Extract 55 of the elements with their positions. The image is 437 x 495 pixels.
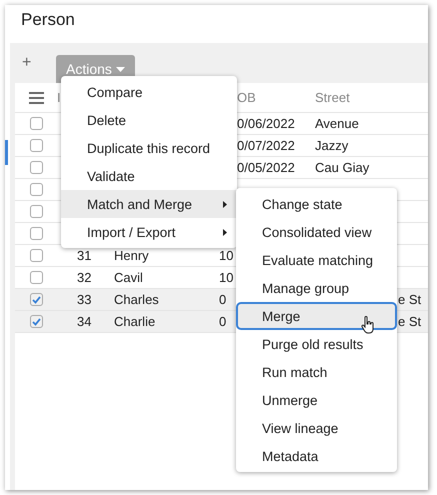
table-cell: Charlie [114, 314, 156, 329]
menu-item[interactable]: Run match [236, 358, 397, 386]
table-cell: Avenue [315, 116, 359, 131]
row-checkbox[interactable] [30, 139, 42, 152]
column-header: OB [237, 90, 256, 105]
menu-item[interactable]: Delete [61, 106, 237, 134]
menu-item[interactable]: Manage group [236, 274, 397, 302]
column-header: Street [315, 90, 350, 105]
row-checkbox[interactable] [30, 249, 42, 262]
submenu-arrow-icon [223, 200, 227, 208]
table-cell: 0/07/2022 [237, 138, 295, 153]
menu-item[interactable]: Evaluate matching [236, 246, 397, 274]
column-header: I [57, 90, 61, 105]
menu-icon[interactable] [28, 92, 44, 104]
caret-icon [116, 66, 125, 72]
table-cell: 10 [219, 248, 234, 263]
menu-item[interactable]: Purge old results [236, 330, 397, 358]
menu-item[interactable]: Duplicate this record [61, 134, 237, 162]
row-checkbox[interactable] [30, 271, 42, 284]
row-checkbox[interactable] [30, 183, 42, 196]
table-cell: 0/06/2022 [237, 116, 295, 131]
selection-marker [5, 140, 8, 165]
table-cell: e St [398, 314, 422, 329]
table-cell: 0 [219, 314, 226, 329]
row-checkbox[interactable] [30, 315, 42, 328]
row-checkbox[interactable] [30, 293, 42, 306]
row-checkbox[interactable] [30, 205, 42, 218]
menu-item[interactable]: View lineage [236, 414, 397, 442]
menu-item[interactable]: Match and Merge [61, 190, 237, 218]
row-checkbox[interactable] [30, 227, 42, 240]
menu-item[interactable]: Metadata [236, 442, 397, 470]
table-cell: Jazzy [315, 138, 348, 153]
menu-item[interactable]: Validate [61, 162, 237, 190]
table-cell: 32 [77, 270, 92, 285]
table-cell: Charles [114, 292, 159, 307]
menu-item[interactable]: Consolidated view [236, 218, 397, 246]
table-cell: 34 [77, 314, 92, 329]
table-cell: e St [398, 292, 422, 307]
table-cell: 0 [219, 292, 226, 307]
submenu-arrow-icon [223, 228, 227, 236]
table-cell: Cavil [114, 270, 143, 285]
row-checkbox[interactable] [30, 161, 42, 174]
row-checkbox[interactable] [30, 117, 42, 130]
table-cell: 10 [219, 270, 234, 285]
table-cell: 0/05/2022 [237, 160, 295, 175]
hand-cursor-icon [361, 316, 375, 334]
table-cell: 31 [77, 248, 92, 263]
table-cell: Henry [114, 248, 149, 263]
menu-item[interactable]: Import / Export [61, 218, 237, 246]
menu-item[interactable]: Unmerge [236, 386, 397, 414]
menu-item[interactable]: Change state [236, 190, 397, 218]
table-cell: 33 [77, 292, 92, 307]
table-cell: Cau Giay [315, 160, 370, 175]
add-button[interactable]: + [22, 54, 32, 72]
page-title: Person [20, 9, 76, 31]
